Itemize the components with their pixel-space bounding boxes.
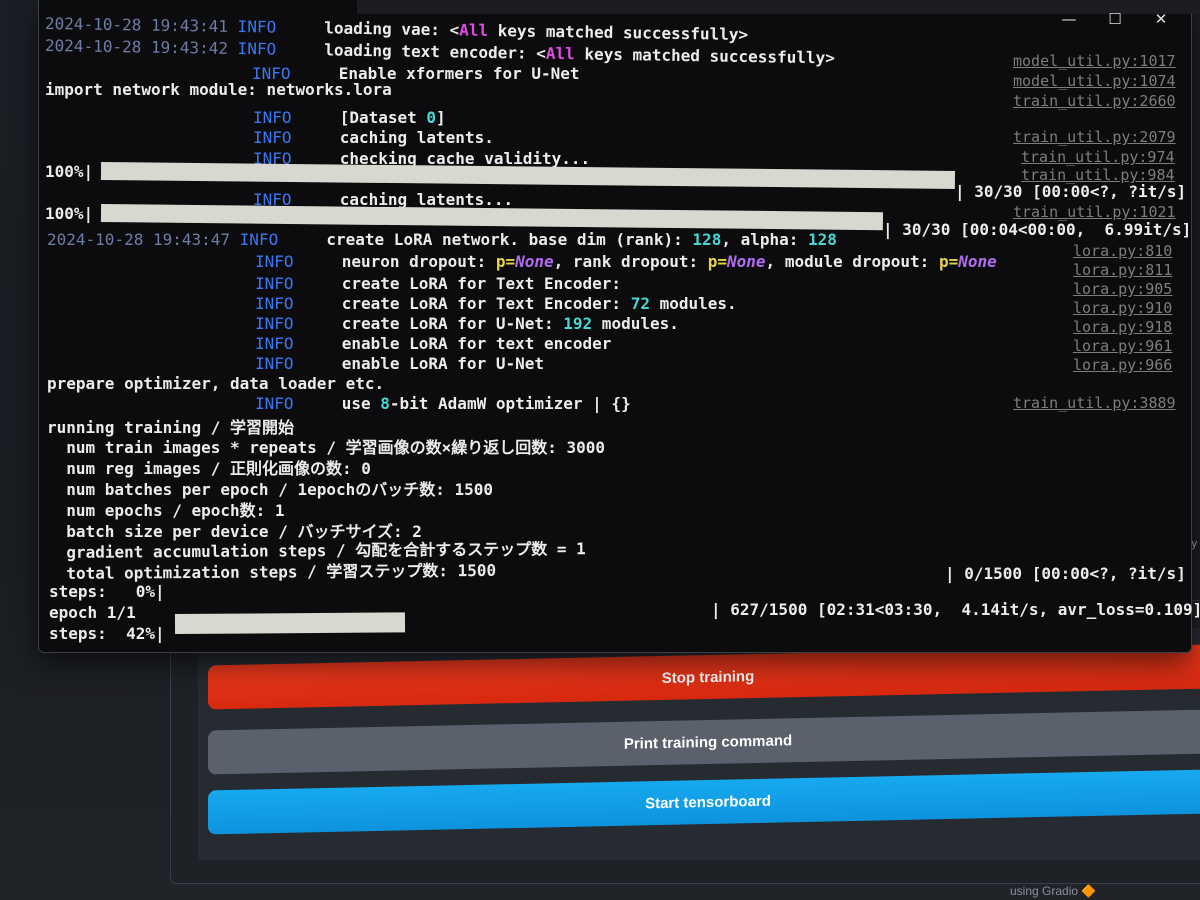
log-line: INFO enable LoRA for text encoder — [255, 334, 612, 353]
log-source[interactable]: train_util.py:3889 — [1013, 394, 1176, 412]
progress-percent: 100%| — [45, 162, 94, 181]
progress-percent: steps: 42%| — [49, 624, 165, 643]
log-source[interactable]: lora.py:961 — [1073, 337, 1172, 355]
log-line: prepare optimizer, data loader etc. — [47, 374, 385, 393]
minimize-icon[interactable]: — — [1059, 10, 1079, 28]
log-line: INFO neuron dropout: p=None, rank dropou… — [255, 252, 997, 271]
progress-stats: | 30/30 [00:00<?, ?it/s] — [955, 182, 1187, 201]
log-source[interactable]: train_util.py:2660 — [1013, 92, 1176, 110]
log-source[interactable]: train_util.py:2079 — [1013, 128, 1176, 146]
window-controls: — ☐ ✕ — [1059, 10, 1171, 28]
gradio-footer: using Gradio 🔶 — [1010, 884, 1097, 898]
progress-bar — [100, 204, 884, 231]
close-icon[interactable]: ✕ — [1151, 10, 1171, 28]
log-source[interactable]: lora.py:910 — [1073, 299, 1172, 317]
log-source[interactable]: train_util.py:1021 — [1013, 203, 1176, 221]
progress-bar — [174, 612, 406, 634]
log-source[interactable]: train_util.py:974 — [1021, 148, 1175, 166]
progress-percent: steps: 0%| — [49, 582, 165, 601]
maximize-icon[interactable]: ☐ — [1105, 10, 1125, 28]
log-line: INFO create LoRA for Text Encoder: — [255, 274, 622, 293]
progress-bar — [100, 162, 956, 189]
log-source[interactable]: lora.py:811 — [1073, 261, 1172, 279]
log-line: INFO enable LoRA for U-Net — [255, 354, 544, 373]
log-line: total optimization steps / 学習ステップ数: 1500 — [46, 560, 497, 583]
log-source[interactable]: model_util.py:1074 — [1013, 72, 1176, 90]
progress-stats: | 627/1500 [02:31<03:30, 4.14it/s, avr_l… — [711, 600, 1200, 619]
log-line: INFO use 8-bit AdamW optimizer | {} — [255, 394, 631, 413]
progress-stats: | 0/1500 [00:00<?, ?it/s] — [945, 564, 1186, 583]
progress-stats: | 30/30 [00:04<00:00, 6.99it/s] — [883, 220, 1192, 239]
log-source[interactable]: lora.py:810 — [1073, 242, 1172, 260]
log-line: epoch 1/1 — [49, 603, 136, 622]
log-line: INFO [Dataset 0] — [253, 108, 446, 127]
terminal-window[interactable]: — ☐ ✕ 2024-10-28 19:43:41 INFO loading v… — [38, 0, 1200, 653]
log-source[interactable]: model_util.py:1017 — [1013, 52, 1176, 70]
log-source[interactable]: lora.py:918 — [1073, 318, 1172, 336]
log-source[interactable]: lora.py:905 — [1073, 280, 1172, 298]
progress-percent: 100%| — [45, 204, 94, 223]
log-source[interactable]: lora.py:966 — [1073, 356, 1172, 374]
log-line: import network module: networks.lora — [45, 80, 392, 99]
log-line: INFO create LoRA for Text Encoder: 72 mo… — [255, 294, 737, 313]
log-line: INFO caching latents. — [253, 128, 494, 147]
log-line: INFO create LoRA for U-Net: 192 modules. — [255, 314, 679, 333]
log-line: 2024-10-28 19:43:47 INFO create LoRA net… — [47, 230, 837, 249]
